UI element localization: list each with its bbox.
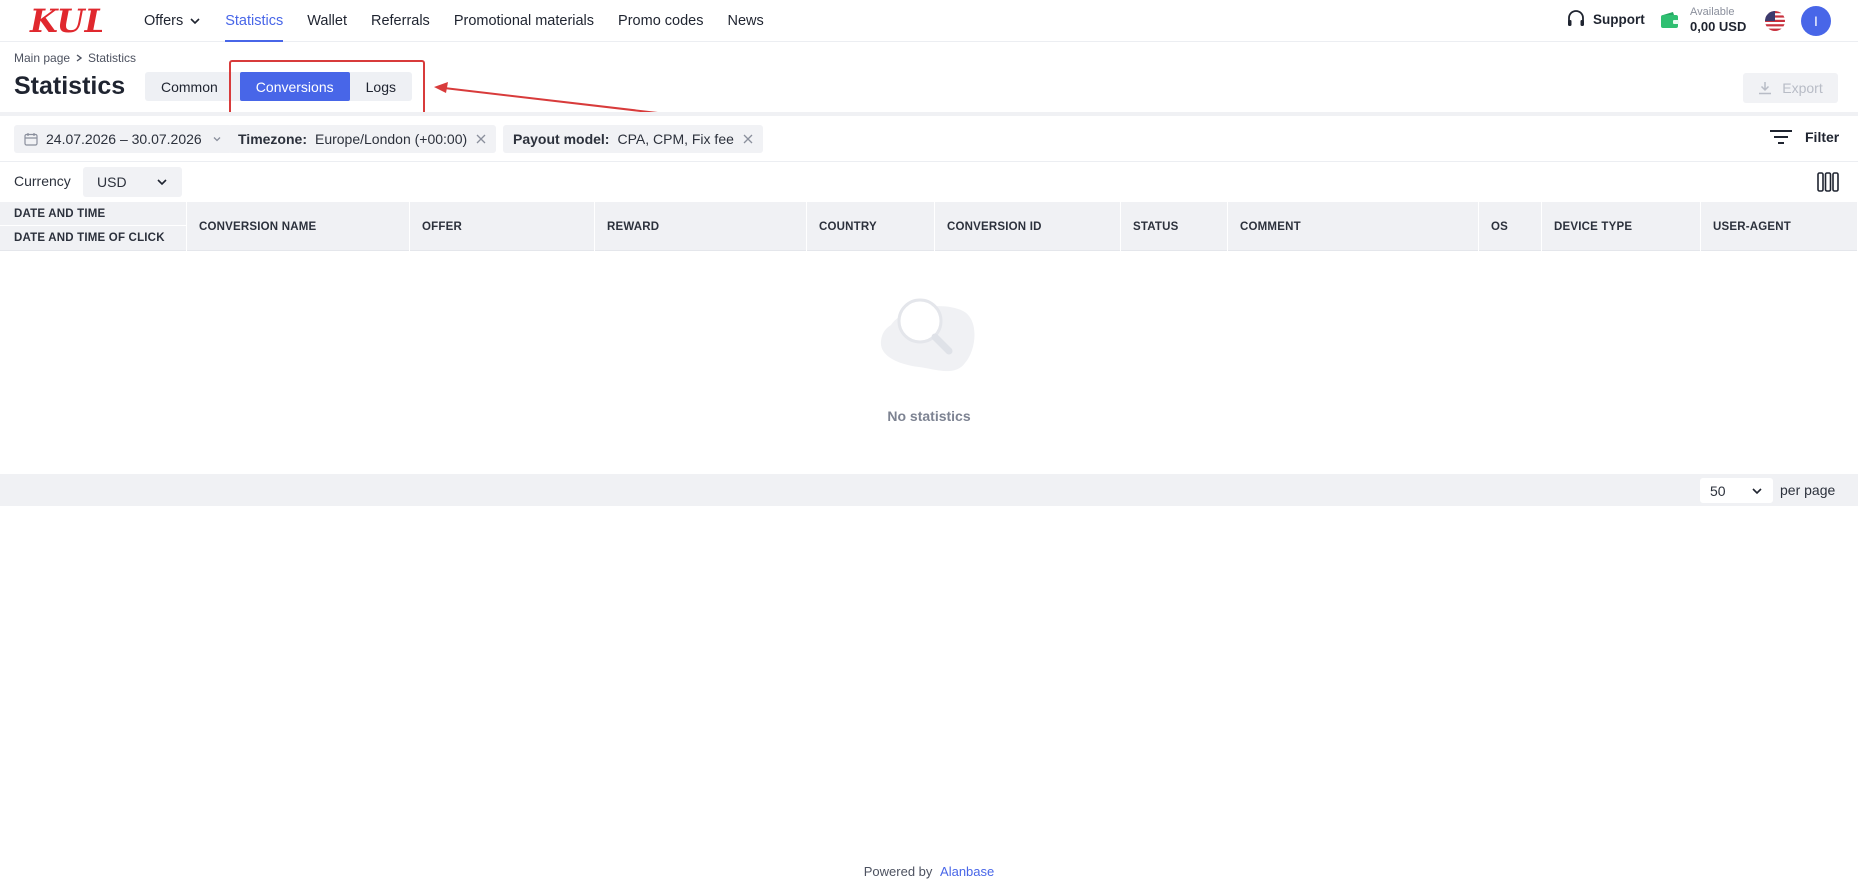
- wallet-icon: [1661, 12, 1679, 28]
- support-link[interactable]: Support: [1566, 10, 1645, 28]
- column-header-os[interactable]: OS: [1479, 202, 1542, 251]
- wallet-value: 0,00 USD: [1690, 19, 1747, 34]
- chevron-right-icon: [76, 54, 83, 62]
- wallet-balance[interactable]: Available 0,00 USD: [1660, 6, 1746, 34]
- chevron-down-icon: [157, 179, 167, 186]
- close-icon[interactable]: [476, 134, 486, 144]
- breadcrumb-item-statistics: Statistics: [88, 51, 137, 65]
- column-header-comment[interactable]: COMMENT: [1228, 202, 1479, 251]
- nav-item-label: Statistics: [225, 13, 284, 29]
- magnifier-empty-icon: [880, 298, 975, 372]
- nav-item-label: Wallet: [307, 13, 347, 29]
- column-header-user-agent[interactable]: USER-AGENT: [1701, 202, 1858, 251]
- currency-row: Currency USD: [0, 162, 1858, 202]
- download-icon: [1759, 82, 1772, 95]
- pagination-bar: 50 per page: [0, 474, 1858, 506]
- empty-state: No statistics: [0, 251, 1858, 474]
- tab-logs[interactable]: Logs: [350, 72, 412, 101]
- page-title: Statistics: [14, 72, 126, 100]
- powered-by-label: Powered by: [863, 864, 933, 879]
- breadcrumb: Main page Statistics: [14, 51, 136, 65]
- breadcrumb-item-main-page[interactable]: Main page: [14, 51, 70, 65]
- user-avatar[interactable]: I: [1801, 6, 1831, 36]
- per-page-label: per page: [1780, 482, 1836, 498]
- close-icon[interactable]: [743, 134, 753, 144]
- timezone-filter-chip[interactable]: Timezone: Europe/London (+00:00): [228, 125, 497, 153]
- filter-button[interactable]: Filter: [1769, 129, 1839, 145]
- timezone-key: Timezone:: [238, 131, 307, 147]
- per-page-select[interactable]: 50: [1700, 478, 1773, 503]
- avatar-initial: I: [1814, 13, 1818, 29]
- nav-item-label: News: [727, 13, 764, 29]
- timezone-value: Europe/London (+00:00): [314, 131, 468, 147]
- date-range-value: 24.07.2026 – 30.07.2026: [46, 131, 202, 147]
- payout-key: Payout model:: [513, 131, 610, 147]
- column-header-country[interactable]: COUNTRY: [807, 202, 935, 251]
- chevron-down-icon: [190, 18, 200, 25]
- nav-item-offers[interactable]: Offers: [144, 0, 201, 42]
- table-header: DATE AND TIME DATE AND TIME OF CLICK CON…: [0, 202, 1858, 251]
- nav-item-referrals[interactable]: Referrals: [371, 0, 430, 42]
- brand-logo[interactable]: KULT: [28, 2, 102, 38]
- tab-common[interactable]: Common: [145, 72, 234, 101]
- main-nav: Offers Statistics Wallet Referrals Promo…: [144, 0, 788, 42]
- currency-value: USD: [97, 174, 127, 190]
- columns-settings-icon[interactable]: [1817, 172, 1839, 192]
- nav-item-label: Promo codes: [618, 13, 704, 29]
- nav-item-news[interactable]: News: [727, 0, 763, 42]
- chevron-down-icon: [213, 137, 221, 142]
- nav-item-wallet[interactable]: Wallet: [307, 0, 347, 42]
- alanbase-link[interactable]: Alanbase: [940, 864, 994, 879]
- column-header-reward[interactable]: REWARD: [595, 202, 807, 251]
- footer: Powered by Alanbase: [0, 864, 1858, 879]
- export-button[interactable]: Export: [1743, 73, 1838, 103]
- svg-text:KULT: KULT: [29, 2, 102, 38]
- currency-label: Currency: [14, 173, 71, 189]
- empty-message: No statistics: [887, 408, 971, 424]
- filter-icon: [1770, 130, 1792, 144]
- export-label: Export: [1782, 80, 1823, 96]
- filter-bar: 24.07.2026 – 30.07.2026 Timezone: Europe…: [0, 116, 1858, 162]
- headset-icon: [1568, 10, 1584, 26]
- date-range-picker[interactable]: 24.07.2026 – 30.07.2026: [14, 125, 232, 153]
- column-header-device-type[interactable]: DEVICE TYPE: [1542, 202, 1701, 251]
- payout-model-filter-chip[interactable]: Payout model: CPA, CPM, Fix fee: [503, 125, 763, 153]
- wallet-label: Available: [1690, 6, 1735, 18]
- statistics-tabs: Common Conversions Logs: [145, 72, 412, 101]
- support-label: Support: [1593, 11, 1645, 27]
- calendar-icon: [24, 133, 38, 146]
- column-date-and-time[interactable]: DATE AND TIME DATE AND TIME OF CLICK: [0, 202, 187, 251]
- chevron-down-icon: [1752, 487, 1762, 494]
- top-navigation-bar: KULT Offers Statistics Wallet Referrals …: [0, 0, 1858, 42]
- nav-item-statistics[interactable]: Statistics: [225, 0, 284, 42]
- nav-item-label: Offers: [144, 13, 184, 29]
- tab-conversions[interactable]: Conversions: [239, 72, 350, 101]
- column-header-conversion-id[interactable]: CONVERSION ID: [935, 202, 1121, 251]
- column-header-offer[interactable]: OFFER: [410, 202, 595, 251]
- column-header-conversion-name[interactable]: CONVERSION NAME: [187, 202, 410, 251]
- per-page-value: 50: [1710, 482, 1726, 499]
- currency-select[interactable]: USD: [83, 167, 182, 197]
- nav-item-promotional-materials[interactable]: Promotional materials: [454, 0, 594, 42]
- column-header-date-time[interactable]: DATE AND TIME: [0, 202, 186, 226]
- column-header-status[interactable]: STATUS: [1121, 202, 1228, 251]
- nav-item-label: Promotional materials: [453, 13, 595, 29]
- nav-item-promo-codes[interactable]: Promo codes: [618, 0, 703, 42]
- column-header-date-time-of-click[interactable]: DATE AND TIME OF CLICK: [0, 226, 186, 250]
- payout-value: CPA, CPM, Fix fee: [617, 131, 734, 147]
- nav-item-label: Referrals: [370, 13, 430, 29]
- filter-label: Filter: [1805, 129, 1840, 145]
- us-flag-icon[interactable]: [1765, 11, 1785, 31]
